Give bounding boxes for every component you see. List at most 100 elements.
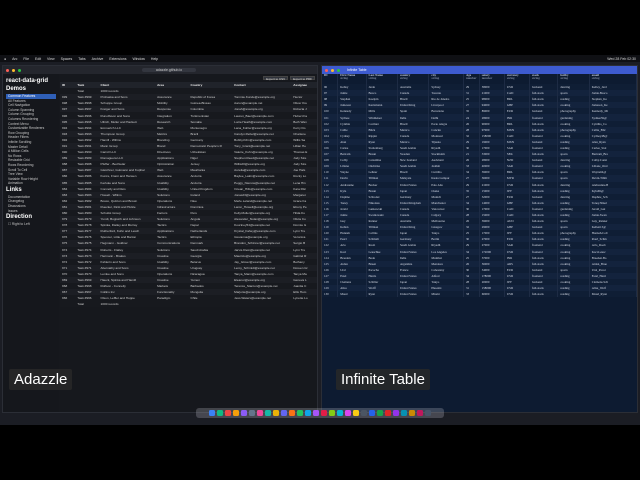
table-cell[interactable]: Miami xyxy=(428,291,464,298)
app-icon[interactable] xyxy=(337,410,343,416)
column-header[interactable]: stack string xyxy=(529,74,559,84)
app-icon[interactable] xyxy=(289,410,295,416)
menu-spaces[interactable]: Spaces xyxy=(61,57,73,61)
column-header[interactable]: currency string xyxy=(504,74,531,84)
dock xyxy=(196,408,444,418)
table-cell[interactable]: 130 xyxy=(322,291,339,298)
infinite-table-browser-window: Infinite Table ID First Name string Last Na… xyxy=(321,65,638,413)
links-heading: Links xyxy=(6,186,22,193)
minimize-icon[interactable] xyxy=(331,68,334,72)
rtl-checkbox[interactable]: ☐ Right to Left xyxy=(6,222,56,227)
table-cell[interactable]: 33 xyxy=(463,291,480,298)
sidebar-demo-item[interactable]: Animation xyxy=(6,181,56,186)
menu-tabs[interactable]: Tabs xyxy=(78,57,85,61)
table-cell[interactable]: Maud xyxy=(337,291,367,298)
column-type-label: number xyxy=(465,76,477,81)
right-titlebar: Infinite Table xyxy=(322,66,637,74)
app-icon[interactable] xyxy=(217,410,223,416)
column-type-label: string xyxy=(368,76,377,81)
export-pdf-button[interactable]: Export to PDF xyxy=(290,76,315,81)
menu-file[interactable]: File xyxy=(23,57,29,61)
app-icon[interactable] xyxy=(233,410,239,416)
app-icon[interactable] xyxy=(345,410,351,416)
table-row[interactable]: 130 Maud Ryan United States Miami 33 60000 USD f… xyxy=(322,291,637,298)
app-icon[interactable] xyxy=(369,410,375,416)
column-header[interactable]: email string xyxy=(589,74,637,84)
app-icon[interactable] xyxy=(273,410,279,416)
close-icon[interactable] xyxy=(325,68,328,72)
menu-arc[interactable]: Arc xyxy=(12,57,17,61)
column-type-label: string xyxy=(431,76,440,81)
column-type-label: string xyxy=(506,76,515,81)
app-icon[interactable] xyxy=(353,410,359,416)
table-cell[interactable]: reading xyxy=(557,291,590,298)
footer-row: Total 1000 records xyxy=(60,301,317,308)
app-icon[interactable] xyxy=(361,410,367,416)
column-header[interactable]: Last Name string xyxy=(366,74,398,84)
menu-help[interactable]: Help xyxy=(151,57,158,61)
footer-label: Total xyxy=(75,301,99,308)
app-icon[interactable] xyxy=(425,410,431,416)
app-icon[interactable] xyxy=(321,410,327,416)
app-title: react-data-grid xyxy=(6,78,49,84)
export-toolbar: Export to CSV Export to PDF xyxy=(60,74,317,82)
column-header[interactable]: salary number xyxy=(479,74,505,84)
app-icon[interactable] xyxy=(265,410,271,416)
app-icon[interactable] xyxy=(417,410,423,416)
app-icon[interactable] xyxy=(409,410,415,416)
app-icon[interactable] xyxy=(209,410,215,416)
desktop-screen: ● Arc File Edit View Spaces Tabs Archive… xyxy=(0,55,640,425)
export-csv-button[interactable]: Export to CSV xyxy=(263,76,289,81)
app-icon[interactable] xyxy=(393,410,399,416)
table-cell[interactable]: Maud_Ryan xyxy=(589,291,637,298)
menu-view[interactable]: View xyxy=(47,57,55,61)
table-cell[interactable]: Ryan xyxy=(366,291,398,298)
app-icon[interactable] xyxy=(329,410,335,416)
app-icon[interactable] xyxy=(281,410,287,416)
column-header[interactable]: ID xyxy=(322,74,339,84)
left-titlebar: adazzle.github.io xyxy=(3,66,317,74)
left-sidebar: react-data-grid Demos Common Features All… xyxy=(3,74,59,412)
demos-heading: Demos xyxy=(6,86,27,92)
menu-edit[interactable]: Edit xyxy=(35,57,41,61)
close-icon[interactable] xyxy=(6,68,9,72)
table-cell[interactable]: 60000 xyxy=(479,291,505,298)
adazzle-browser-window: adazzle.github.io react-data-grid Demos … xyxy=(2,65,318,413)
app-icon[interactable] xyxy=(241,410,247,416)
adazzle-overlay-label: Adazzle xyxy=(9,369,73,390)
apple-icon[interactable]: ● xyxy=(4,57,6,61)
menu-window[interactable]: Window xyxy=(132,57,144,61)
app-icon[interactable] xyxy=(249,410,255,416)
app-icon[interactable] xyxy=(401,410,407,416)
table-cell[interactable]: United States xyxy=(397,291,430,298)
left-data-grid: ID Task Client Area Country Contact Assignee T… xyxy=(60,82,317,308)
column-type-label: string xyxy=(532,76,540,81)
right-data-grid: ID First Name string Last Name string country… xyxy=(322,74,637,298)
column-header[interactable]: hobby string xyxy=(557,74,590,84)
menu-bar: ● Arc File Edit View Spaces Tabs Archive… xyxy=(0,55,640,62)
footer-value: 1000 records xyxy=(98,301,156,308)
app-icon[interactable] xyxy=(305,410,311,416)
right-address-bar[interactable]: Infinite Table xyxy=(347,68,367,72)
menu-extensions[interactable]: Extensions xyxy=(109,57,126,61)
table-cell[interactable]: full-stack xyxy=(529,291,559,298)
maximize-icon[interactable] xyxy=(18,68,21,72)
left-address-bar[interactable]: adazzle.github.io xyxy=(141,68,197,72)
app-icon[interactable] xyxy=(297,410,303,416)
table-cell[interactable]: USD xyxy=(504,291,531,298)
maximize-icon[interactable] xyxy=(337,68,340,72)
app-icon[interactable] xyxy=(225,410,231,416)
column-header[interactable]: city string xyxy=(428,74,464,84)
infinite-table-overlay-label: Infinite Table xyxy=(336,369,430,390)
app-icon[interactable] xyxy=(257,410,263,416)
menu-archive[interactable]: Archive xyxy=(92,57,104,61)
rtl-label: Right to Left xyxy=(11,222,30,227)
column-header[interactable]: Age number xyxy=(463,74,480,84)
minimize-icon[interactable] xyxy=(12,68,15,72)
app-icon[interactable] xyxy=(385,410,391,416)
column-header[interactable]: country string xyxy=(397,74,430,84)
app-icon[interactable] xyxy=(377,410,383,416)
app-icon[interactable] xyxy=(313,410,319,416)
sidebar-link-item[interactable]: Issues xyxy=(6,209,56,214)
column-header[interactable]: First Name string xyxy=(337,74,367,84)
